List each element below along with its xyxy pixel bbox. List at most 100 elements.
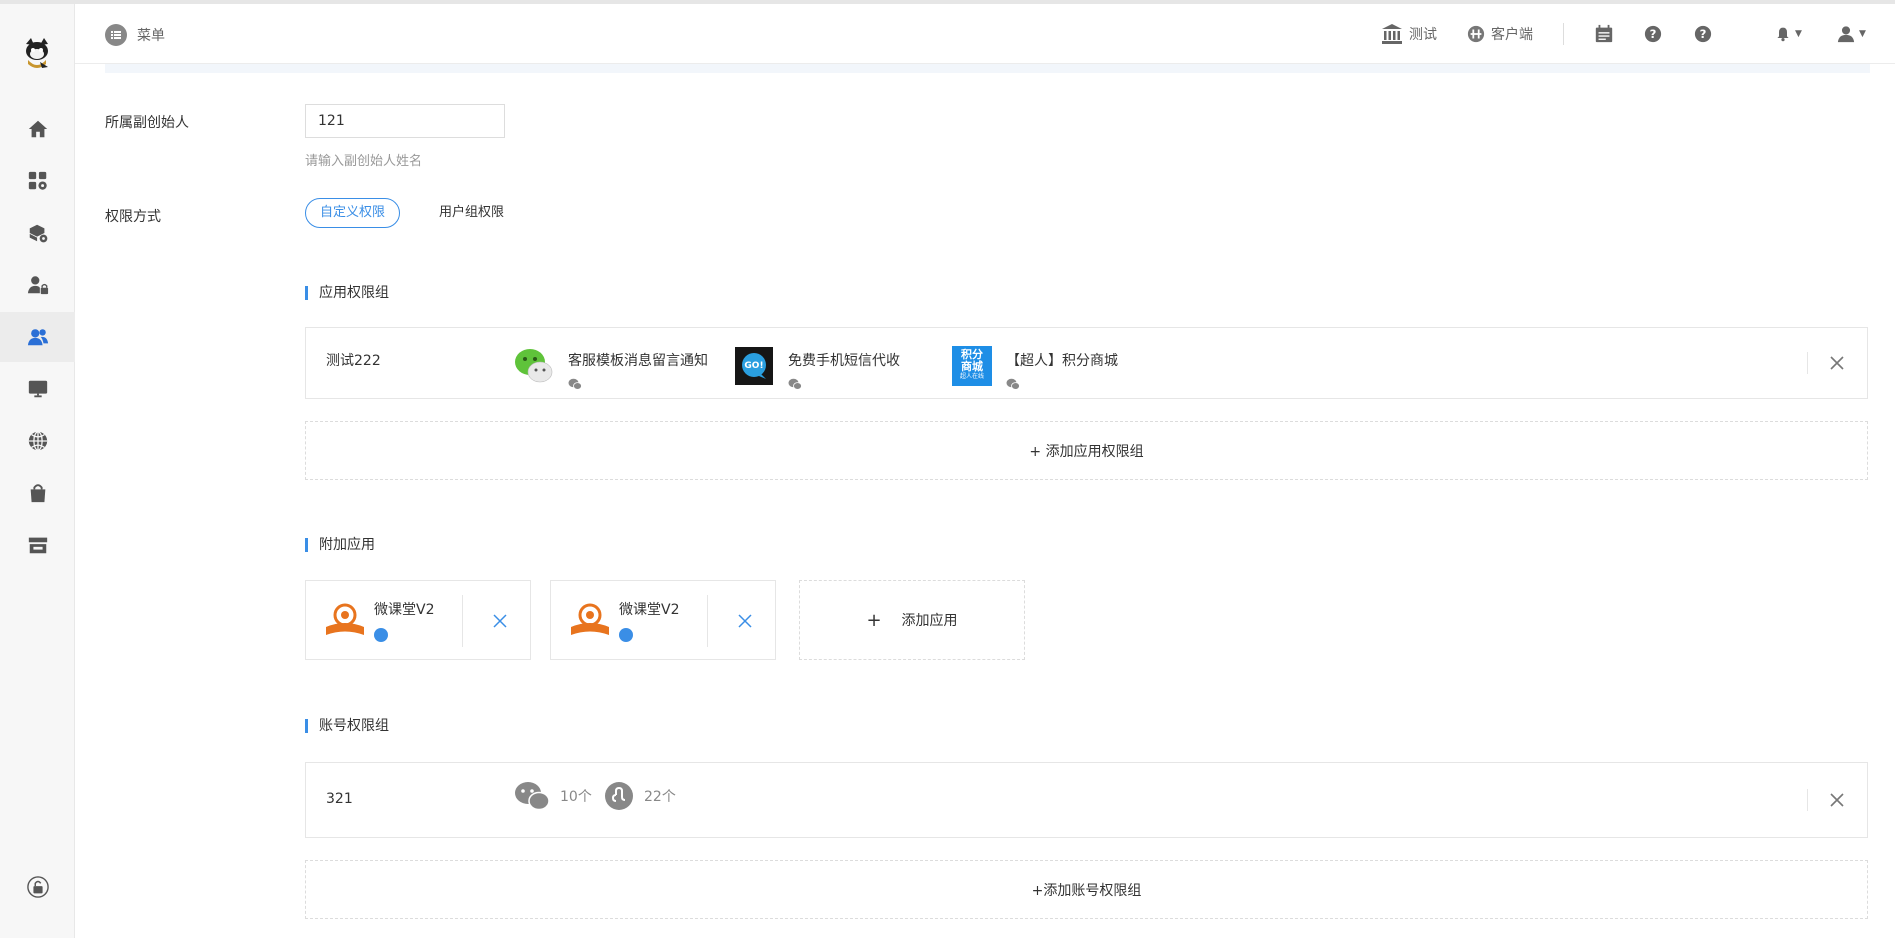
weiketang-app-icon — [326, 603, 364, 635]
addon-title: 附加应用 — [305, 538, 375, 552]
miniprogram-icon — [605, 782, 633, 810]
header-link-label: 客户端 — [1491, 27, 1533, 43]
add-account-group-button[interactable]: +添加账号权限组 — [305, 860, 1868, 919]
chevron-down-icon: ▼ — [1859, 29, 1866, 39]
account-count-miniprogram: 22个 — [604, 781, 676, 811]
unlock-icon — [26, 876, 49, 898]
app-item-2: GO! 免费手机短信代收 — [734, 346, 900, 394]
sidebar-item-user-lock[interactable] — [0, 260, 75, 310]
help-button-2[interactable]: ? — [1694, 23, 1716, 45]
sidebar-item-store[interactable] — [0, 520, 75, 570]
help-icon: ? — [1644, 25, 1662, 43]
menu-label: 菜单 — [137, 28, 165, 44]
user-dropdown[interactable]: ▼ — [1837, 23, 1871, 45]
app-group-card: 测试222 客服模板消息留言通知 GO! 免费手机短信代收 积分商城 超人在线 — [305, 327, 1868, 399]
app-group-name: 测试222 — [326, 353, 381, 369]
notification-dropdown[interactable]: ▼ — [1775, 23, 1809, 45]
account-group-card: 321 10个 22个 — [305, 762, 1868, 838]
header-right: 测试 客户端 ? ? ▼ ▼ — [1381, 4, 1895, 64]
header-link-test[interactable]: 测试 — [1381, 23, 1437, 45]
calendar-button[interactable] — [1594, 23, 1616, 45]
wechat-icon — [1006, 378, 1020, 390]
bag-icon — [30, 484, 45, 503]
miniprogram-icon — [374, 628, 388, 642]
bank-icon — [1382, 24, 1402, 44]
package-settings-icon — [29, 224, 47, 243]
svg-text:?: ? — [1650, 27, 1657, 41]
close-icon — [1830, 356, 1844, 370]
apps-settings-icon — [28, 171, 47, 190]
sms-app-icon: GO! — [735, 347, 773, 385]
addon-item-1: 微课堂V2 — [305, 580, 531, 660]
wechat-icon — [619, 628, 633, 642]
wechat-app-icon — [515, 349, 553, 383]
wechat-icon — [788, 378, 802, 390]
points-mall-app-icon: 积分商城 超人在线 — [952, 346, 992, 386]
monitor-icon — [28, 380, 47, 398]
sidebar-item-apps[interactable] — [0, 156, 75, 206]
wechat-icon — [568, 378, 582, 390]
header-link-client[interactable]: 客户端 — [1467, 24, 1533, 44]
app-item-3: 积分商城 超人在线 【超人】积分商城 — [952, 346, 1118, 394]
perm-label: 权限方式 — [105, 209, 161, 225]
perm-option-usergroup[interactable]: 用户组权限 — [424, 198, 519, 228]
addon-divider — [462, 595, 463, 647]
svg-text:?: ? — [1700, 27, 1707, 41]
top-header: 菜单 测试 客户端 ? ? ▼ ▼ — [75, 4, 1895, 64]
header-link-label: 测试 — [1409, 27, 1437, 43]
client-icon — [1467, 25, 1485, 43]
close-icon — [1830, 793, 1844, 807]
users-icon — [27, 329, 48, 346]
globe-icon — [28, 431, 47, 451]
close-icon[interactable] — [737, 613, 753, 629]
sidebar-item-monitor[interactable] — [0, 364, 75, 414]
add-addon-label: 添加应用 — [901, 613, 958, 629]
perm-option-custom[interactable]: 自定义权限 — [305, 198, 401, 228]
app-item-1: 客服模板消息留言通知 — [514, 346, 708, 394]
founder-input[interactable]: 121 — [305, 104, 505, 138]
sidebar-item-home[interactable] — [0, 104, 75, 154]
header-spacer — [1744, 23, 1745, 45]
sidebar-unlock[interactable] — [0, 862, 75, 912]
app-group-remove-button[interactable] — [1807, 328, 1867, 398]
sidebar-item-users[interactable] — [0, 312, 75, 362]
wechat-icon — [515, 782, 550, 811]
home-icon — [28, 120, 47, 138]
calendar-icon — [1595, 24, 1613, 43]
account-count: 22个 — [644, 789, 676, 805]
app-name: 客服模板消息留言通知 — [568, 353, 708, 369]
sidebar-item-package[interactable] — [0, 208, 75, 258]
add-app-group-button[interactable]: + 添加应用权限组 — [305, 421, 1868, 480]
addon-name: 微课堂V2 — [619, 602, 680, 618]
app-name: 【超人】积分商城 — [1006, 353, 1118, 369]
tab-strip-bg — [105, 64, 1870, 73]
user-lock-icon — [27, 276, 48, 295]
account-group-remove-button[interactable] — [1807, 763, 1867, 837]
addon-name: 微课堂V2 — [374, 602, 435, 618]
app-group-title: 应用权限组 — [305, 286, 389, 300]
list-icon — [105, 24, 127, 46]
account-group-name: 321 — [326, 791, 353, 807]
menu-button[interactable]: 菜单 — [105, 24, 165, 46]
app-name: 免费手机短信代收 — [788, 353, 900, 369]
account-group-title: 账号权限组 — [305, 719, 389, 733]
store-icon — [28, 537, 47, 554]
plus-icon: + — [866, 609, 882, 631]
sidebar — [0, 4, 75, 938]
addon-divider — [707, 595, 708, 647]
account-count-wechat: 10个 — [514, 781, 592, 811]
close-icon[interactable] — [492, 613, 508, 629]
chevron-down-icon: ▼ — [1795, 29, 1802, 39]
founder-label: 所属副创始人 — [105, 115, 189, 131]
svg-text:GO!: GO! — [744, 361, 763, 371]
add-addon-button[interactable]: + 添加应用 — [799, 580, 1025, 660]
user-icon — [1837, 26, 1855, 43]
app-logo[interactable] — [18, 34, 56, 72]
sidebar-item-globe[interactable] — [0, 416, 75, 466]
sidebar-item-bag[interactable] — [0, 468, 75, 518]
bell-icon — [1777, 27, 1789, 42]
founder-hint: 请输入副创始人姓名 — [305, 154, 423, 169]
account-count: 10个 — [560, 789, 592, 805]
help-button-1[interactable]: ? — [1644, 23, 1666, 45]
header-divider — [1563, 23, 1564, 45]
